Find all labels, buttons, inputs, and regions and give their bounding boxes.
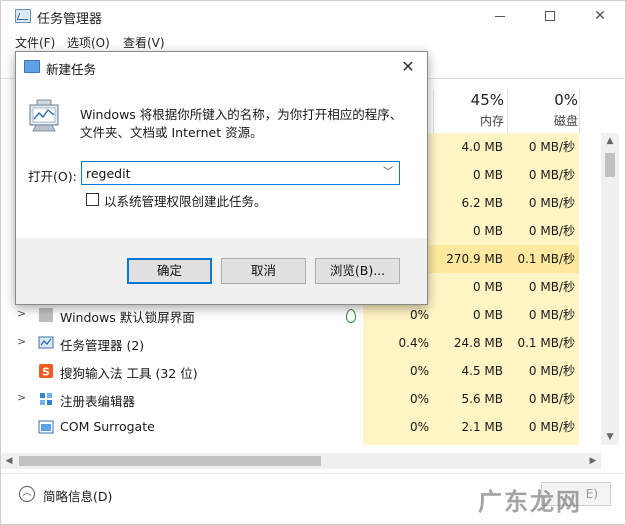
memory-value: 0 MB	[472, 280, 503, 294]
collapse-details-icon[interactable]: ︿	[19, 486, 35, 502]
menu-view[interactable]: 查看(V)	[123, 34, 165, 51]
cancel-button[interactable]: 取消	[221, 258, 306, 284]
disk-value: 0.1 MB/秒	[507, 245, 579, 273]
maximize-icon	[545, 11, 555, 21]
disk-value: 0 MB/秒	[528, 308, 575, 322]
new-task-icon	[24, 60, 40, 73]
table-row[interactable]: S 搜狗输入法 工具 (32 位) 0% 4.5 MB 0 MB/秒	[1, 357, 579, 385]
run-dialog-titlebar[interactable]: 新建任务 ✕	[16, 52, 427, 82]
open-label: 打开(O):	[28, 169, 77, 184]
disk-label: 磁盘	[553, 114, 578, 128]
disk-value: 0 MB/秒	[528, 420, 575, 434]
chevron-right-icon[interactable]: >	[17, 335, 26, 348]
fewer-details-link[interactable]: 简略信息(D)	[43, 486, 112, 505]
vertical-scrollbar[interactable]: ▲ ▼	[601, 133, 619, 445]
memory-value: 5.6 MB	[461, 392, 503, 406]
disk-value: 0 MB/秒	[528, 392, 575, 406]
chevron-right-icon[interactable]: >	[17, 391, 26, 404]
process-name: 搜狗输入法 工具 (32 位)	[60, 366, 198, 381]
cpu-value: 0%	[409, 392, 429, 406]
scroll-up-arrow-icon[interactable]: ▲	[601, 133, 619, 149]
run-dialog-title: 新建任务	[46, 62, 97, 77]
window-title: 任务管理器	[37, 12, 103, 27]
task-manager-titlebar[interactable]: 任务管理器 ✕	[1, 1, 626, 31]
column-divider	[433, 89, 434, 133]
admin-privileges-label[interactable]: 以系统管理权限创建此任务。	[104, 191, 267, 210]
maximize-button[interactable]	[527, 1, 573, 31]
table-row[interactable]: > 任务管理器 (2) 0.4% 24.8 MB 0.1 MB/秒	[1, 329, 579, 357]
memory-value: 0 MB	[472, 168, 503, 182]
gray-square-icon	[39, 308, 53, 322]
open-combobox[interactable]: ﹀	[81, 161, 400, 185]
cpu-value: 0%	[409, 420, 429, 434]
process-name: COM Surrogate	[60, 419, 155, 434]
scroll-right-arrow-icon[interactable]: ▶	[585, 453, 601, 469]
minimize-button[interactable]	[477, 1, 523, 31]
process-name: 任务管理器 (2)	[60, 338, 145, 353]
chevron-down-icon[interactable]: ﹀	[377, 162, 399, 184]
disk-value: 0 MB/秒	[528, 140, 575, 154]
run-dialog: 新建任务 ✕ Windows 将根据你所键入的名称，为你打开相应的程序、文件夹、…	[15, 51, 428, 305]
scroll-down-arrow-icon[interactable]: ▼	[601, 429, 619, 445]
admin-privileges-checkbox[interactable]	[86, 193, 99, 206]
run-dialog-description: Windows 将根据你所键入的名称，为你打开相应的程序、文件夹、文档或 Int…	[80, 107, 403, 140]
disk-value: 0 MB/秒	[528, 168, 575, 182]
vertical-scroll-thumb[interactable]	[605, 153, 615, 177]
disk-value: 0 MB/秒	[528, 224, 575, 238]
menu-options[interactable]: 选项(O)	[67, 34, 110, 51]
svg-text:S: S	[42, 366, 50, 379]
memory-value: 270.9 MB	[433, 245, 507, 273]
horizontal-scroll-thumb[interactable]	[19, 456, 321, 466]
cpu-value: 0.4%	[398, 336, 430, 350]
column-divider	[579, 89, 580, 133]
disk-value: 0 MB/秒	[528, 364, 575, 378]
run-program-icon	[29, 99, 59, 132]
cpu-value: 0%	[409, 308, 429, 322]
open-input[interactable]	[86, 164, 366, 182]
disk-percent: 0%	[554, 91, 578, 109]
scroll-left-arrow-icon[interactable]: ◀	[1, 453, 17, 469]
watermark: 广东龙网	[468, 476, 618, 516]
com-surrogate-icon	[38, 420, 54, 434]
efficiency-leaf-icon	[346, 309, 356, 323]
minimize-icon	[495, 15, 505, 17]
disk-value: 0 MB/秒	[528, 280, 575, 294]
memory-value: 0 MB	[472, 224, 503, 238]
table-row[interactable]: COM Surrogate 0% 2.1 MB 0 MB/秒	[1, 413, 579, 441]
disk-value: 0 MB/秒	[528, 196, 575, 210]
memory-label: 内存	[479, 114, 504, 128]
cpu-value: 0%	[409, 364, 429, 378]
horizontal-scrollbar[interactable]: ◀ ▶	[1, 453, 601, 469]
close-button[interactable]: ✕	[577, 1, 623, 31]
column-header-memory[interactable]: 45% 内存	[436, 91, 504, 129]
regedit-icon	[40, 393, 52, 405]
memory-value: 4.5 MB	[461, 364, 503, 378]
browse-button[interactable]: 浏览(B)...	[315, 258, 400, 284]
watermark-text: 广东龙网	[478, 488, 582, 516]
menu-bar: 文件(F) 选项(O) 查看(V)	[1, 31, 626, 53]
table-row[interactable]: > Windows 默认锁屏界面 0% 0 MB 0 MB/秒	[1, 301, 579, 329]
memory-value: 4.0 MB	[461, 140, 503, 154]
close-icon: ✕	[594, 8, 606, 24]
disk-value: 0.1 MB/秒	[517, 336, 575, 350]
task-manager-icon	[38, 336, 54, 349]
menu-file[interactable]: 文件(F)	[15, 34, 55, 51]
column-header-disk[interactable]: 0% 磁盘	[506, 91, 578, 129]
memory-value: 24.8 MB	[453, 336, 503, 350]
ok-button[interactable]: 确定	[127, 258, 212, 284]
sogou-icon: S	[39, 364, 53, 379]
process-name: 注册表编辑器	[60, 394, 136, 409]
chevron-right-icon[interactable]: >	[17, 307, 26, 320]
run-dialog-close-button[interactable]: ✕	[396, 56, 420, 78]
close-icon: ✕	[401, 57, 415, 76]
memory-value: 0 MB	[472, 308, 503, 322]
memory-value: 6.2 MB	[461, 196, 503, 210]
task-manager-app-icon	[15, 9, 31, 23]
process-name: Windows 默认锁屏界面	[60, 310, 195, 325]
memory-percent: 45%	[470, 91, 504, 109]
table-row[interactable]: > 注册表编辑器 0% 5.6 MB 0 MB/秒	[1, 385, 579, 413]
memory-value: 2.1 MB	[461, 420, 503, 434]
